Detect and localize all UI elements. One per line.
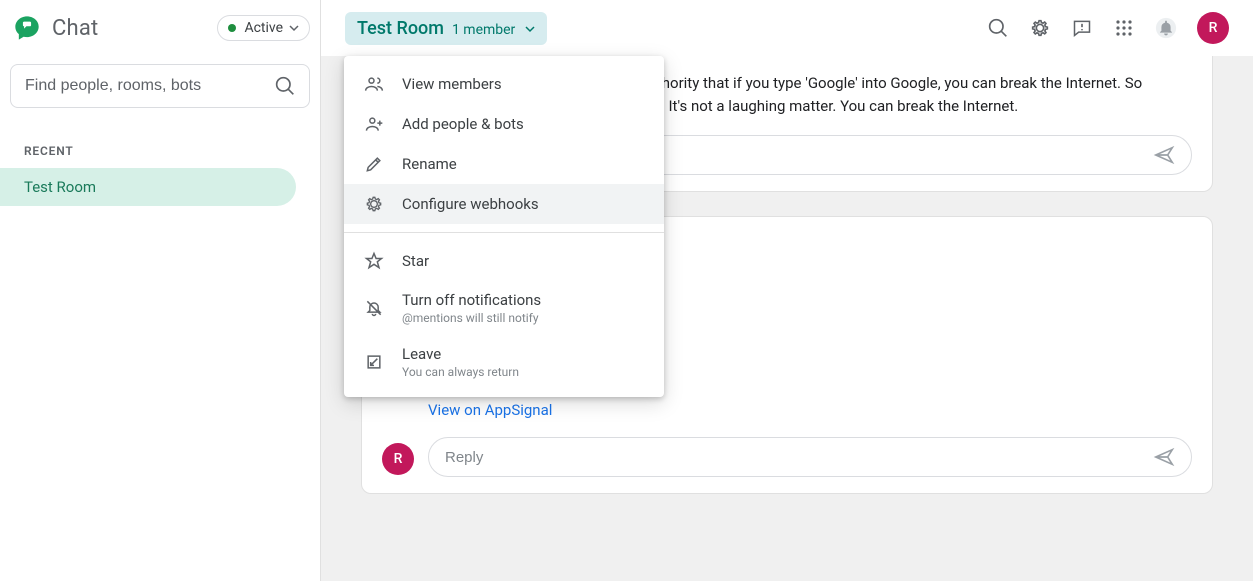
reply-input[interactable] — [445, 449, 1145, 466]
sidebar-search[interactable] — [10, 64, 310, 108]
chat-logo-icon — [10, 11, 44, 45]
reply-avatar: R — [382, 443, 414, 475]
menu-separator — [344, 232, 664, 233]
menu-rename[interactable]: Rename — [344, 144, 664, 184]
view-appsignal-link[interactable]: View on AppSignal — [428, 401, 552, 419]
chevron-down-icon — [525, 24, 535, 34]
sidebar-search-input[interactable] — [25, 77, 275, 95]
menu-label: View members — [402, 75, 502, 93]
room-member-count: 1 member — [452, 22, 515, 38]
menu-label: Leave — [402, 345, 519, 363]
status-label: Active — [244, 20, 283, 36]
menu-label: Rename — [402, 155, 457, 173]
account-avatar[interactable]: R — [1197, 12, 1229, 44]
main-header: Test Room 1 member R — [321, 0, 1253, 56]
chevron-down-icon — [289, 23, 299, 33]
room-menu-dropdown: View members Add people & bots Rename Co… — [344, 56, 664, 397]
feedback-icon[interactable] — [1071, 17, 1093, 39]
room-selector[interactable]: Test Room 1 member — [345, 12, 547, 45]
menu-leave[interactable]: Leave You can always return — [344, 335, 664, 389]
menu-label: Configure webhooks — [402, 195, 539, 213]
bell-icon[interactable] — [1155, 17, 1177, 39]
menu-sublabel: @mentions will still notify — [402, 311, 541, 325]
sidebar-section-recent: RECENT — [0, 116, 320, 168]
apps-grid-icon[interactable] — [1113, 17, 1135, 39]
people-icon — [364, 74, 384, 94]
room-title: Test Room — [357, 18, 444, 39]
menu-label: Turn off notifications — [402, 291, 541, 309]
header-search-icon[interactable] — [987, 17, 1009, 39]
sidebar-room-item[interactable]: Test Room — [0, 168, 296, 206]
menu-label: Star — [402, 252, 429, 270]
menu-sublabel: You can always return — [402, 365, 519, 379]
menu-view-members[interactable]: View members — [344, 64, 664, 104]
gear-icon[interactable] — [1029, 17, 1051, 39]
search-icon — [275, 76, 295, 96]
menu-add-people[interactable]: Add people & bots — [344, 104, 664, 144]
header-icon-bar: R — [987, 12, 1229, 44]
sidebar: Chat Active RECENT Test Room — [0, 0, 320, 581]
bell-off-icon — [364, 298, 384, 318]
app-name: Chat — [52, 16, 98, 41]
menu-star[interactable]: Star — [344, 241, 664, 281]
status-selector[interactable]: Active — [217, 15, 310, 41]
star-icon — [364, 251, 384, 271]
person-add-icon — [364, 114, 384, 134]
sidebar-room-label: Test Room — [0, 168, 296, 206]
reply-field[interactable] — [428, 437, 1192, 477]
menu-configure-webhooks[interactable]: Configure webhooks — [344, 184, 664, 224]
gear-icon — [364, 194, 384, 214]
menu-label: Add people & bots — [402, 115, 524, 133]
send-icon[interactable] — [1153, 446, 1175, 468]
menu-notifications-off[interactable]: Turn off notifications @mentions will st… — [344, 281, 664, 335]
status-dot-icon — [228, 24, 236, 32]
pencil-icon — [364, 154, 384, 174]
leave-icon — [364, 352, 384, 372]
send-icon[interactable] — [1153, 144, 1175, 166]
sidebar-header: Chat Active — [0, 0, 320, 56]
